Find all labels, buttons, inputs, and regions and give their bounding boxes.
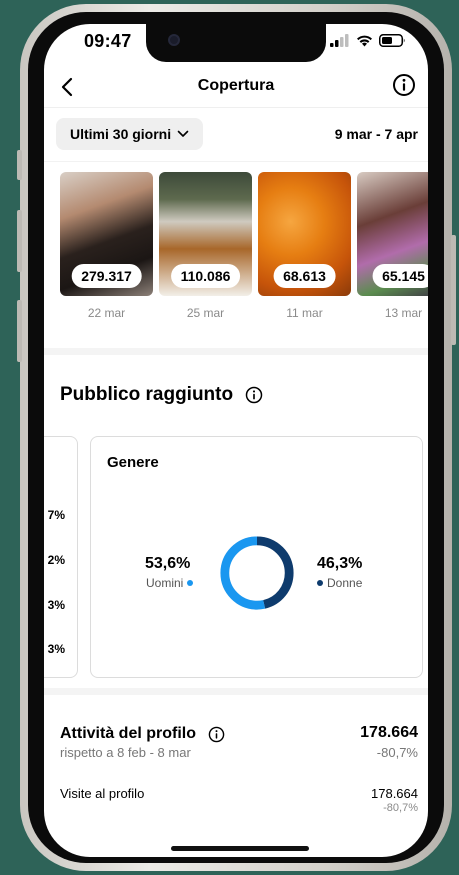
signal-icon <box>330 34 349 47</box>
post-date: 11 mar <box>286 306 323 320</box>
status-time: 09:47 <box>84 31 132 51</box>
card-value: 2% <box>47 553 65 567</box>
female-percentage: 46,3% <box>317 555 363 572</box>
male-percentage: 53,6% <box>145 555 191 572</box>
male-legend-dot <box>187 580 194 586</box>
mute-switch <box>17 150 22 180</box>
period-dropdown[interactable]: Ultimi 30 giorni <box>56 118 204 150</box>
profile-activity-comparison: rispetto a 8 feb - 8 mar <box>60 745 191 760</box>
period-selected: Ultimi 30 giorni <box>70 126 172 142</box>
female-legend-dot <box>317 580 323 586</box>
profile-activity-title: Attività del profilo <box>60 725 196 742</box>
card-value: 3% <box>47 642 65 656</box>
post-date: 22 mar <box>87 306 126 320</box>
wifi-icon <box>357 35 372 47</box>
post-date: 25 mar <box>186 306 225 320</box>
post-thumbnail[interactable]: 279.317 <box>60 172 153 296</box>
post-thumbnail[interactable]: 110.086 <box>159 172 252 296</box>
female-legend-label: Donne <box>327 576 363 590</box>
status-bar: 09:47 <box>44 24 428 68</box>
post-date: 13 mar <box>384 306 423 320</box>
previous-audience-card[interactable]: 7% 2% 3% 3% <box>44 436 78 678</box>
volume-down-button <box>17 300 22 362</box>
info-icon[interactable] <box>245 386 263 404</box>
period-row: Ultimi 30 giorni 9 mar - 7 apr <box>44 108 428 162</box>
section-divider <box>44 348 428 355</box>
top-posts-carousel: 279.317 22 mar 110.086 25 mar 68.613 11 … <box>44 172 428 332</box>
section-divider <box>44 688 428 695</box>
info-button[interactable] <box>390 71 418 99</box>
date-range: 9 mar - 7 apr <box>334 126 418 142</box>
male-legend: Uomini <box>146 576 194 590</box>
post-reach-count: 65.145 <box>372 264 428 288</box>
post-thumbnail[interactable]: 68.613 <box>258 172 351 296</box>
notch <box>146 24 326 62</box>
profile-visits-value: 178.664 <box>371 786 418 801</box>
gender-card-title: Genere <box>107 454 159 471</box>
screen: 09:47 Copertura Ultimi 30 giorni 9 mar -… <box>44 24 428 857</box>
power-button <box>451 235 456 345</box>
post-reach-count: 68.613 <box>273 264 336 288</box>
battery-icon <box>379 34 405 47</box>
post-reach-count: 110.086 <box>170 264 241 288</box>
profile-activity-total: 178.664 <box>360 724 418 741</box>
gender-card[interactable]: Genere 53,6% Uomini 46,3% Donne <box>90 436 423 678</box>
nav-header: Copertura <box>44 68 428 108</box>
info-icon <box>393 74 415 96</box>
gender-donut-chart <box>220 536 294 610</box>
profile-activity-change: -80,7% <box>376 745 418 760</box>
card-value: 3% <box>47 598 65 612</box>
home-indicator[interactable] <box>171 846 309 851</box>
male-legend-label: Uomini <box>146 576 184 590</box>
profile-visits-change: -80,7% <box>383 802 418 814</box>
info-icon[interactable] <box>208 726 225 743</box>
status-icons <box>330 34 406 47</box>
chevron-down-icon <box>177 130 189 137</box>
audience-section-title: Pubblico raggiunto <box>60 384 234 405</box>
front-camera <box>168 34 180 46</box>
volume-up-button <box>17 210 22 272</box>
page-title: Copertura <box>197 77 275 94</box>
post-reach-count: 279.317 <box>71 264 142 288</box>
female-legend: Donne <box>317 576 362 590</box>
profile-visits-label: Visite al profilo <box>60 786 145 801</box>
card-value: 7% <box>47 508 65 522</box>
post-thumbnail[interactable]: 65.145 <box>357 172 428 296</box>
